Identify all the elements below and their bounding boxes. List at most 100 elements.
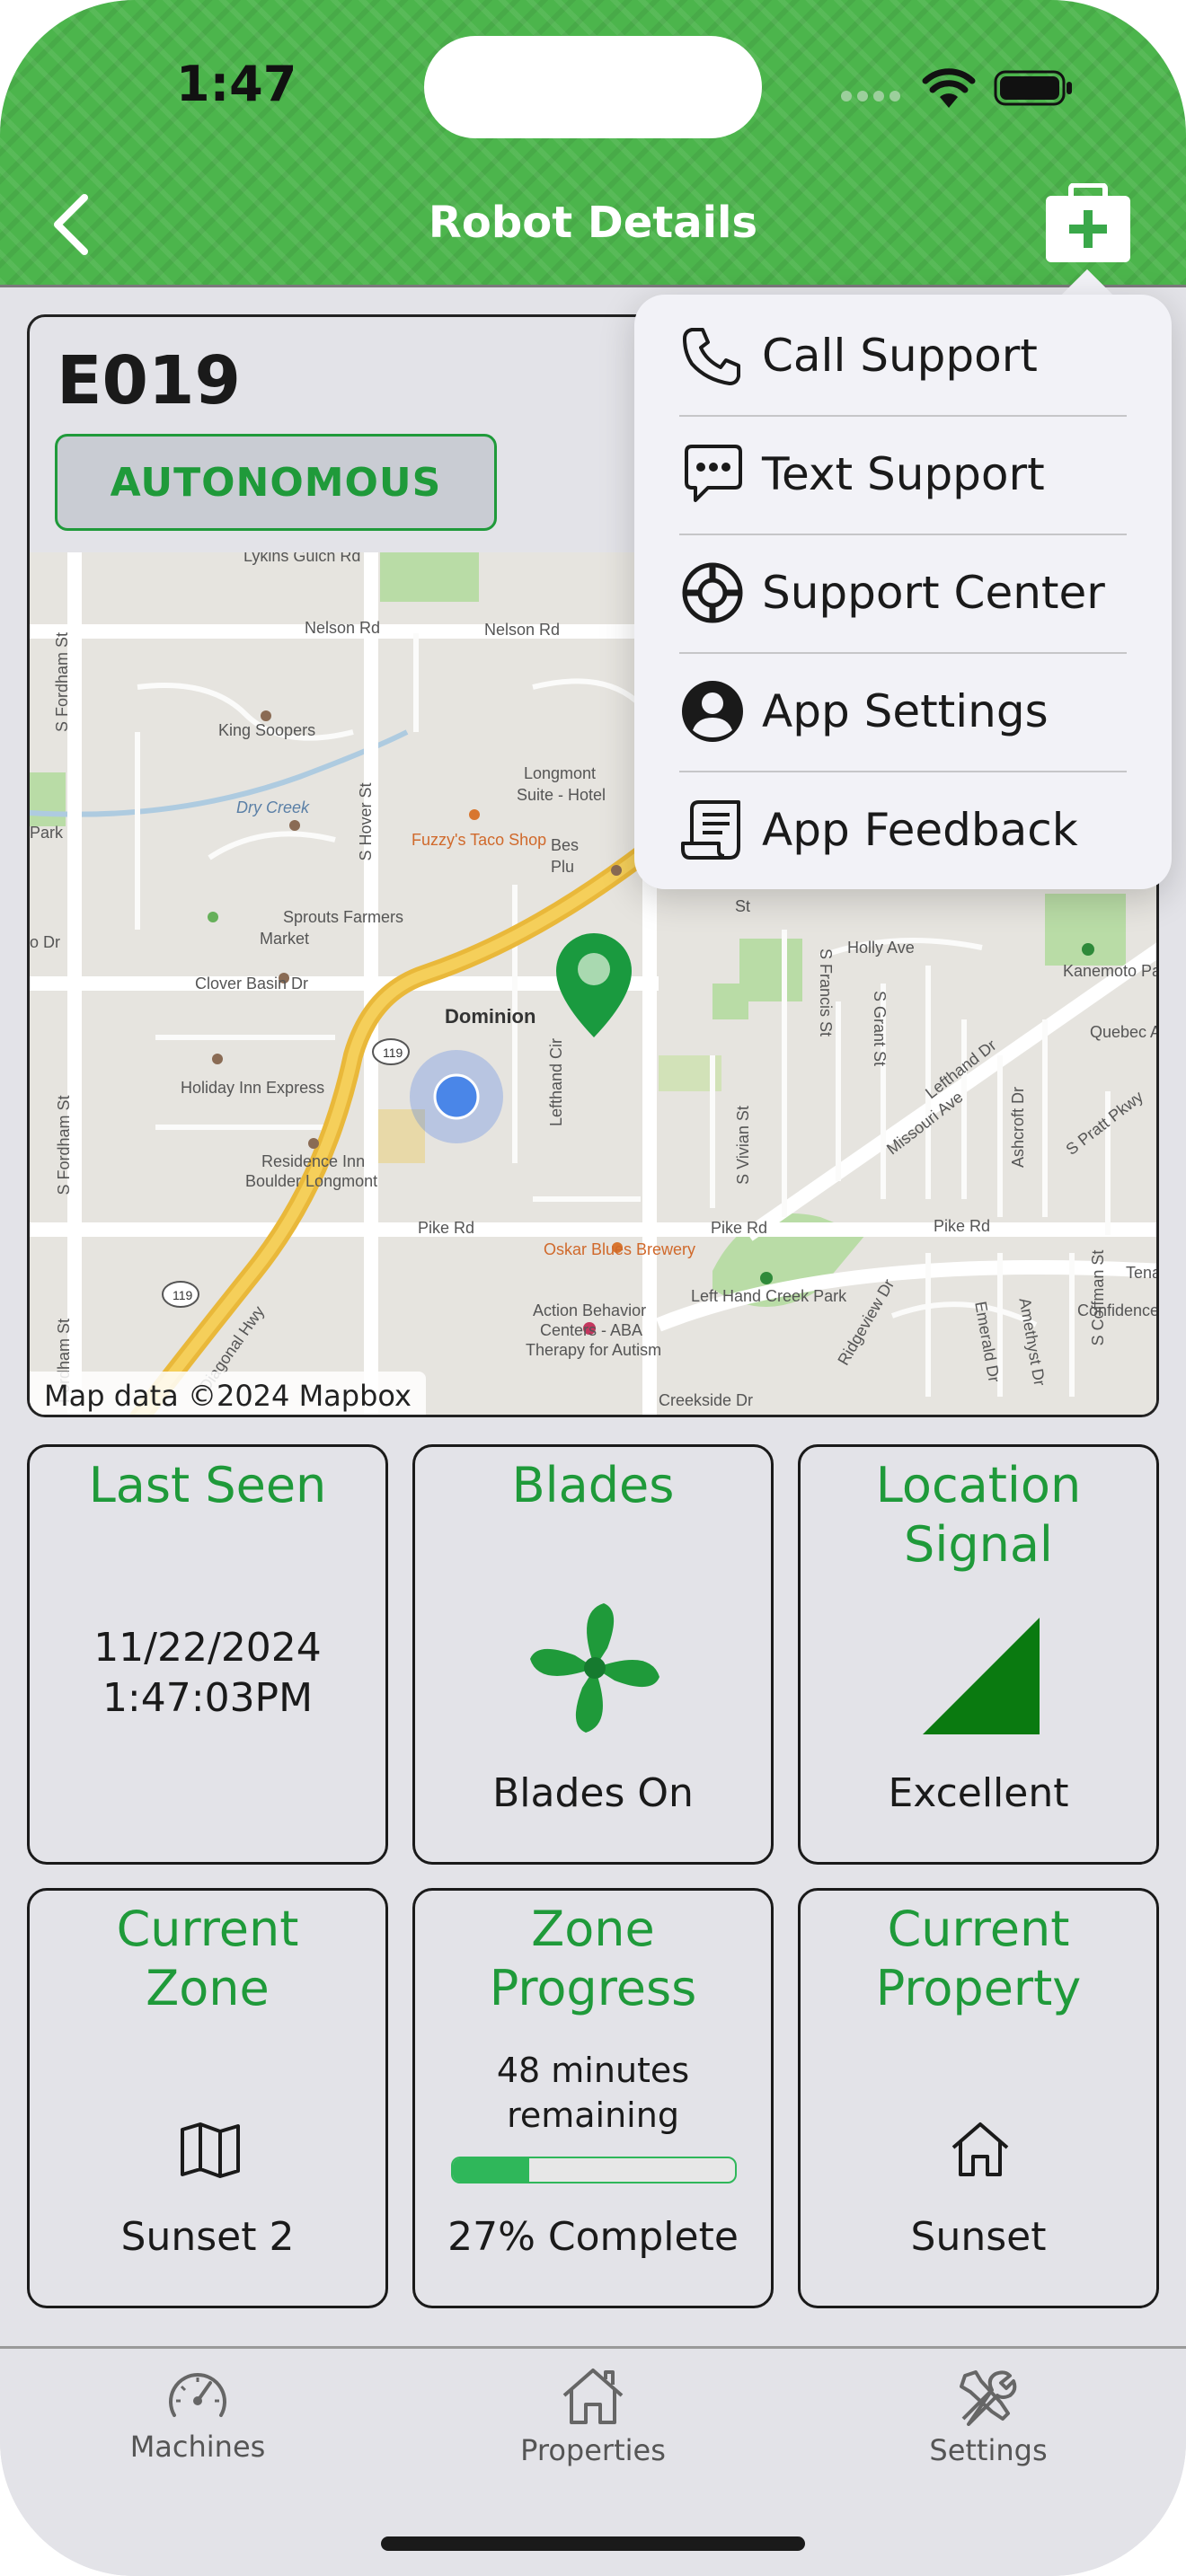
zone-progress-bar — [451, 2157, 737, 2183]
nav-header: 1:47 Robot Details — [0, 0, 1186, 287]
map-label: 119 — [383, 1045, 403, 1060]
map-label: Park — [30, 824, 64, 842]
map-label: Clover Basin Dr — [195, 975, 308, 992]
map-label: Lykins Gulch Rd — [243, 552, 360, 565]
menu-item-support-center[interactable]: Support Center — [679, 534, 1127, 652]
tab-label: Settings — [929, 2433, 1048, 2467]
map-attribution: Map data ©2024 Mapbox — [30, 1372, 426, 1415]
robot-map-pin[interactable] — [556, 933, 632, 1037]
map-label: Bes — [551, 836, 579, 854]
map-icon — [181, 2122, 240, 2178]
zone-progress-percent: 27% Complete — [447, 2214, 739, 2260]
current-zone-value: Sunset 2 — [120, 2214, 295, 2260]
tile-title-line: Location — [875, 1457, 1082, 1513]
map-label: Holly Ave — [847, 939, 915, 957]
speedometer-icon — [169, 2373, 226, 2417]
island-dots-icon — [841, 91, 900, 101]
signal-triangle-icon — [923, 1618, 1040, 1734]
map-label: o Dr — [30, 933, 60, 951]
remaining-time: 48 minutes — [496, 2051, 690, 2090]
status-time: 1:47 — [176, 56, 297, 112]
tile-title: Current Zone — [30, 1900, 385, 2018]
map-label: Pike Rd — [711, 1219, 767, 1237]
page-title: Robot Details — [428, 198, 758, 248]
last-seen-date: 11/22/2024 — [93, 1625, 322, 1671]
wifi-icon — [922, 68, 976, 108]
map-label: Sprouts Farmers — [283, 908, 403, 926]
menu-item-label: App Feedback — [762, 804, 1078, 856]
map-label: Market — [260, 930, 309, 948]
menu-item-app-feedback[interactable]: App Feedback — [679, 771, 1127, 889]
map-label: Longmont — [524, 764, 596, 782]
tile-title: Location Signal — [801, 1456, 1156, 1575]
map-label: Missouri Ave — [883, 1088, 966, 1158]
last-seen-tile: Last Seen 11/22/2024 1:47:03PM — [27, 1444, 388, 1865]
blades-tile: Blades Blades On — [412, 1444, 774, 1865]
user-location-dot — [433, 1073, 480, 1120]
support-menu: Call Support Text Support Support Center — [634, 295, 1172, 889]
tile-title: Zone Progress — [415, 1900, 771, 2018]
menu-item-label: Text Support — [762, 448, 1045, 500]
map-label: Dominion — [445, 1005, 535, 1028]
map-label: S Grant St — [871, 991, 889, 1066]
map-label: Tenac — [1126, 1264, 1159, 1282]
phone-icon — [683, 328, 740, 385]
app-screen: 1:47 Robot Details E019 AUTONOMOUS Lykin… — [0, 0, 1186, 2576]
tile-title: Current Property — [801, 1900, 1156, 2018]
map-label: S Vivian St — [734, 1106, 752, 1185]
tab-label: Machines — [129, 2430, 266, 2464]
tile-title-line: Property — [875, 1960, 1082, 2016]
map-label: Ashcroft Dr — [1009, 1087, 1027, 1168]
battery-icon — [994, 70, 1072, 106]
map-label: Residence Inn — [261, 1152, 365, 1170]
tile-title-line: Progress — [489, 1960, 697, 2016]
menu-item-text-support[interactable]: Text Support — [679, 415, 1127, 534]
menu-item-label: App Settings — [762, 685, 1049, 737]
map-label: Kanemoto Park — [1063, 962, 1159, 980]
map-label: Pike Rd — [418, 1219, 474, 1237]
first-aid-kit-icon[interactable] — [1044, 183, 1132, 264]
tile-title: Last Seen — [88, 1457, 327, 1513]
map-label: Action Behavior — [533, 1301, 646, 1319]
zone-progress-tile: Zone Progress 48 minutes remaining 27% C… — [412, 1888, 774, 2308]
chat-bubble-icon — [685, 445, 742, 502]
dynamic-island — [424, 36, 762, 138]
map-label: Boulder Longmont — [245, 1172, 377, 1190]
menu-item-call-support[interactable]: Call Support — [679, 296, 1127, 415]
map-label: Creekside Dr — [659, 1391, 753, 1409]
map-label: S Fordham St — [55, 1095, 73, 1195]
menu-item-label: Support Center — [762, 567, 1105, 619]
receipt-scroll-icon — [681, 800, 740, 860]
map-label: S Pratt Pkwy — [1063, 1088, 1147, 1159]
map-label: King Soopers — [218, 721, 315, 739]
map-label: St — [735, 897, 750, 915]
menu-item-app-settings[interactable]: App Settings — [679, 652, 1127, 771]
current-property-value: Sunset — [910, 2214, 1047, 2260]
location-signal-tile: Location Signal Excellent — [798, 1444, 1159, 1865]
tools-icon — [960, 2370, 1017, 2426]
map-label: S Hover St — [357, 782, 375, 860]
house-icon — [951, 2122, 1009, 2176]
tile-title-line: Current — [116, 1901, 299, 1957]
tab-machines[interactable]: Machines — [81, 2367, 314, 2464]
current-zone-tile: Current Zone Sunset 2 — [27, 1888, 388, 2308]
tile-title-line: Signal — [904, 1516, 1053, 1573]
map-label: Dry Creek — [236, 798, 310, 816]
tab-properties[interactable]: Properties — [476, 2367, 710, 2467]
map-label: Fuzzy's Taco Shop — [412, 831, 546, 849]
map-label: S Francis St — [817, 948, 835, 1037]
map-label: Oskar Blues Brewery — [544, 1240, 695, 1258]
lifebuoy-icon — [682, 562, 743, 623]
map-label: Left Hand Creek Park — [691, 1287, 847, 1305]
map-label: Holiday Inn Express — [181, 1079, 324, 1097]
tab-settings[interactable]: Settings — [872, 2367, 1105, 2467]
tile-title-line: Zone — [146, 1960, 270, 2016]
mode-badge: AUTONOMOUS — [55, 434, 497, 531]
map-label: 119 — [173, 1288, 193, 1302]
house-icon — [562, 2369, 624, 2424]
remaining-label: remaining — [507, 2095, 679, 2135]
location-signal-status: Excellent — [888, 1770, 1069, 1816]
last-seen-time: 1:47:03PM — [102, 1675, 314, 1721]
map-label: Nelson Rd — [484, 621, 560, 639]
blades-status: Blades On — [492, 1770, 694, 1816]
